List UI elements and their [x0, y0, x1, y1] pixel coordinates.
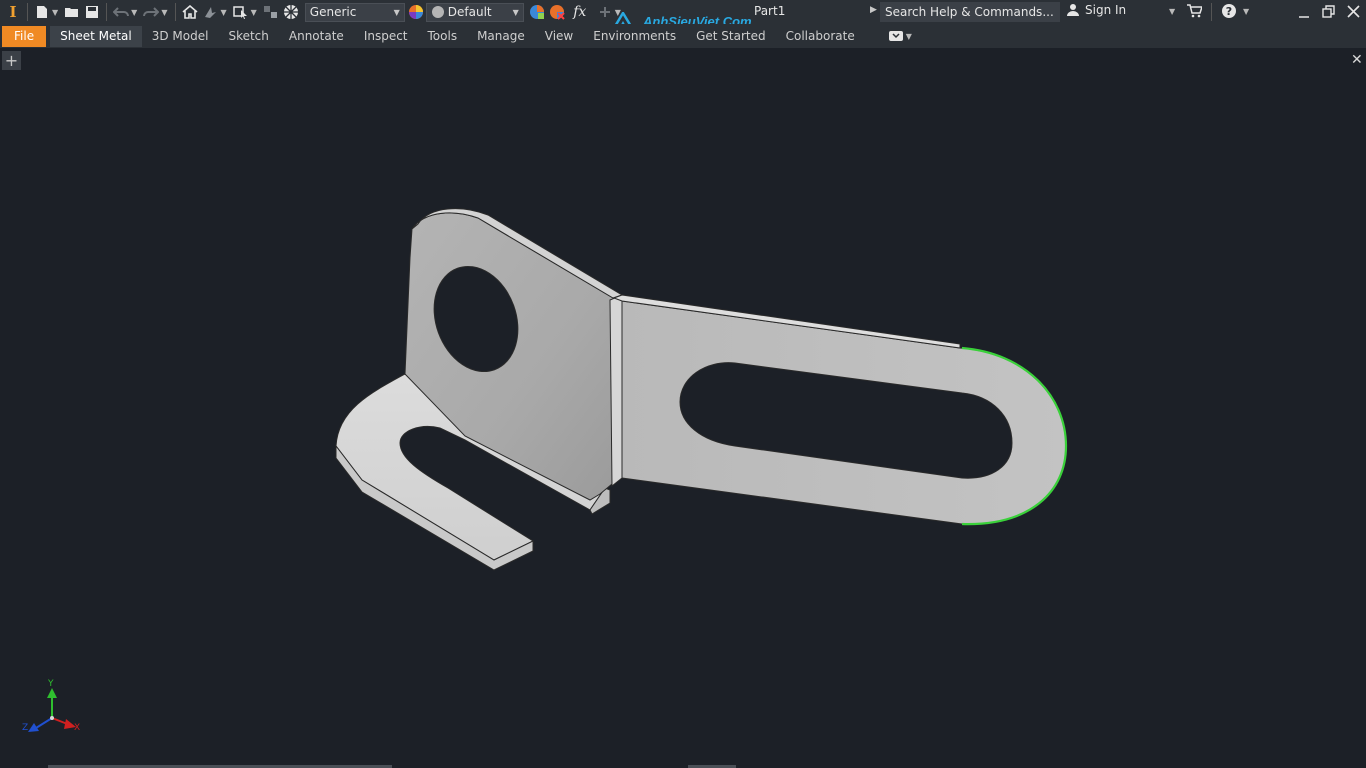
sign-in-button[interactable]: Sign In [1066, 3, 1126, 17]
update-icon[interactable] [201, 3, 219, 21]
material-value: Generic [309, 5, 357, 19]
tab-sheet-metal[interactable]: Sheet Metal [50, 25, 142, 47]
tab-inspect[interactable]: Inspect [354, 26, 418, 47]
view-triad[interactable] [28, 688, 76, 732]
divider [106, 3, 108, 21]
material-sphere-icon[interactable] [282, 3, 300, 21]
user-icon [1067, 4, 1079, 16]
tab-collaborate[interactable]: Collaborate [776, 26, 865, 47]
vertical-flange [404, 208, 624, 501]
triad-z-label: Z [22, 723, 29, 733]
tab-get-started[interactable]: Get Started [686, 26, 776, 47]
close-viewport-icon[interactable]: ✕ [1351, 52, 1363, 68]
home-icon[interactable] [181, 3, 199, 21]
sign-in-label: Sign In [1085, 3, 1127, 17]
chevron-down-icon: ▼ [393, 7, 400, 17]
select-dropdown-icon[interactable]: ▼ [251, 8, 257, 17]
update-dropdown-icon[interactable]: ▼ [220, 8, 226, 17]
graphics-viewport[interactable]: Y X Z [0, 48, 1366, 768]
open-folder-icon[interactable] [63, 3, 81, 21]
divider [27, 3, 28, 21]
tab-3d-model[interactable]: 3D Model [142, 26, 219, 47]
appearance-value: Default [447, 5, 492, 19]
close-window-icon[interactable] [1347, 5, 1360, 21]
clear-appearance-icon[interactable] [548, 3, 566, 21]
tab-sketch[interactable]: Sketch [218, 26, 278, 47]
save-icon[interactable] [83, 3, 101, 21]
tab-tools[interactable]: Tools [418, 26, 468, 47]
fx-parameters-icon[interactable]: fx [571, 3, 589, 21]
help-dropdown-icon[interactable]: ▼ [1243, 7, 1249, 16]
adjust-appearance-icon[interactable] [528, 3, 546, 21]
restore-icon[interactable] [1322, 5, 1335, 21]
appearance-dropdown[interactable]: Default ▼ [425, 2, 524, 22]
triad-y-arrow [47, 688, 57, 698]
new-file-icon[interactable] [33, 3, 51, 21]
app-logo-letter: I [9, 3, 17, 21]
undo-icon[interactable] [112, 3, 130, 21]
appearance-value-wrap: Default [431, 5, 492, 19]
minimize-icon[interactable] [1298, 5, 1310, 22]
help-icon[interactable]: ? [1221, 3, 1237, 22]
select-icon[interactable] [232, 3, 250, 21]
material-dropdown[interactable]: Generic ▼ [304, 2, 405, 22]
search-input[interactable]: Search Help & Commands... [880, 2, 1060, 22]
fx-text: fx [573, 4, 587, 20]
triad-origin [50, 716, 54, 720]
chevron-down-icon: ▼ [905, 31, 912, 41]
tab-view[interactable]: View [535, 26, 583, 47]
ipart-icon[interactable] [262, 3, 280, 21]
svg-text:?: ? [1226, 5, 1232, 18]
triad-z-axis [35, 717, 53, 729]
ribbon-toggle-icon [888, 31, 903, 41]
appearance-sphere-icon [431, 6, 444, 18]
sign-in-dropdown-icon[interactable]: ▼ [1169, 7, 1175, 16]
tab-environments[interactable]: Environments [583, 26, 686, 47]
app-logo-icon[interactable]: I [4, 3, 22, 21]
side-bend [609, 294, 623, 488]
tab-file[interactable]: File [2, 25, 47, 47]
ribbon-tab-bar: File Sheet Metal 3D Model Sketch Annotat… [0, 24, 1366, 48]
new-tab-button[interactable]: + [2, 51, 21, 70]
divider [1211, 3, 1212, 21]
ribbon-display-toggle[interactable]: ▼ [888, 31, 912, 41]
divider [175, 3, 177, 21]
search-placeholder: Search Help & Commands... [885, 5, 1054, 19]
new-dropdown-icon[interactable]: ▼ [52, 8, 58, 17]
document-title: Part1 [754, 4, 786, 18]
tab-manage[interactable]: Manage [467, 26, 535, 47]
redo-icon[interactable] [142, 3, 160, 21]
triad-x-label: X [74, 723, 81, 733]
cart-icon[interactable] [1186, 4, 1204, 21]
right-flange [612, 294, 1068, 526]
appearance-ball-icon[interactable] [407, 3, 425, 21]
expand-arrow-icon[interactable]: ▶ [870, 5, 877, 15]
triad-y-label: Y [48, 679, 54, 689]
undo-dropdown-icon[interactable]: ▼ [131, 8, 137, 17]
chevron-down-icon: ▼ [512, 7, 519, 17]
model-view [28, 208, 1068, 732]
redo-dropdown-icon[interactable]: ▼ [161, 8, 167, 17]
tab-annotate[interactable]: Annotate [279, 26, 354, 47]
